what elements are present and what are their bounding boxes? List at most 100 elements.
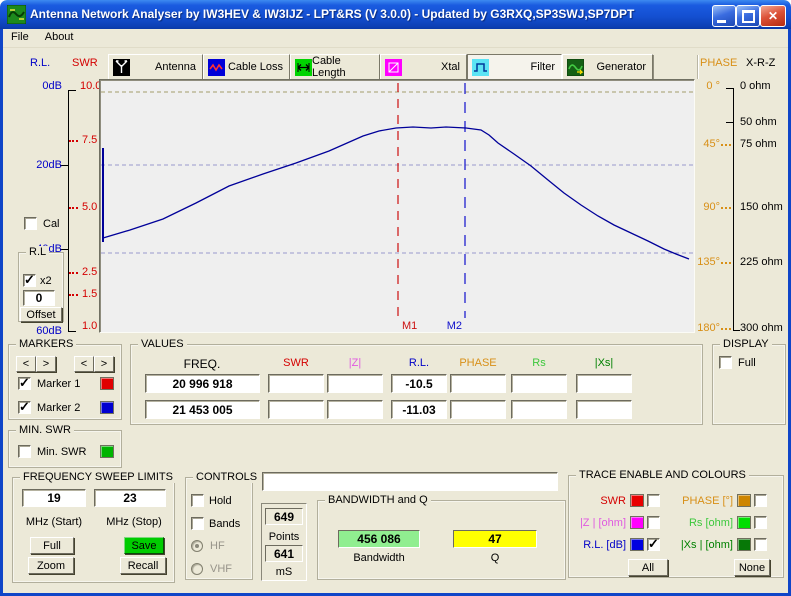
bands-checkbox[interactable]	[191, 517, 204, 530]
header-rs: Rs	[532, 357, 546, 369]
trace-rl-checkbox[interactable]	[647, 536, 660, 552]
values-xs-2[interactable]	[576, 400, 632, 419]
maximize-button[interactable]	[736, 5, 760, 27]
vhf-radio[interactable]	[191, 563, 203, 575]
marker1-prev-button[interactable]: <	[16, 356, 36, 372]
values-freq-1[interactable]: 20 996 918	[145, 374, 260, 393]
trace-swr-checkbox[interactable]	[647, 494, 660, 507]
phase-tick-label: 180°	[697, 322, 720, 334]
cal-checkbox[interactable]	[24, 217, 37, 230]
x2-checkbox[interactable]	[23, 272, 36, 288]
values-phase-2[interactable]	[450, 400, 506, 419]
values-rs-1[interactable]	[511, 374, 567, 393]
values-phase-1[interactable]	[450, 374, 506, 393]
left-axis-tick	[68, 90, 76, 91]
trace-title: TRACE ENABLE AND COLOURS	[576, 469, 749, 481]
close-button[interactable]: ✕	[760, 5, 786, 27]
hold-label: Hold	[209, 495, 232, 507]
marker2-next-button[interactable]: >	[94, 356, 114, 372]
display-title: DISPLAY	[720, 338, 772, 350]
ohm-tick-label: 300 ohm	[740, 322, 783, 334]
offset-input[interactable]: 0	[23, 290, 55, 306]
values-rl-2[interactable]: -11.03	[391, 400, 447, 419]
toolbar-button-cable-length[interactable]: Cable Length	[290, 54, 380, 80]
offset-button[interactable]: Offset	[20, 307, 62, 322]
toolbar-button-cable-loss[interactable]: Cable Loss	[203, 54, 290, 80]
values-freq-2[interactable]: 21 453 005	[145, 400, 260, 419]
trace-z-label: |Z | [ohm]	[579, 517, 626, 529]
trace-all-button[interactable]: All	[628, 559, 668, 576]
right-axis-tick	[726, 122, 733, 123]
header-phase: PHASE	[459, 357, 497, 369]
trace-swr-swatch[interactable]	[630, 494, 644, 507]
trace-z-swatch[interactable]	[630, 516, 644, 529]
window: Antenna Network Analyser by IW3HEV & IW3…	[0, 0, 791, 596]
min-swr-checkbox[interactable]	[18, 445, 31, 458]
toolbar-button-xtal[interactable]: Xtal	[380, 54, 467, 80]
filter-icon	[472, 58, 489, 76]
values-swr-1[interactable]	[268, 374, 324, 393]
hf-radio[interactable]	[191, 540, 203, 552]
values-rs-2[interactable]	[511, 400, 567, 419]
full-button[interactable]: Full	[30, 537, 74, 554]
save-button[interactable]: Save	[124, 537, 164, 554]
trace-xs-swatch[interactable]	[737, 538, 751, 551]
swr-tick	[69, 207, 78, 209]
zoom-button[interactable]: Zoom	[28, 557, 74, 574]
toolbar-button-filter[interactable]: Filter	[467, 54, 562, 80]
points-label: Points	[268, 531, 300, 543]
trace-z-checkbox[interactable]	[647, 516, 660, 529]
marker2-color-swatch[interactable]	[100, 401, 114, 414]
toolbar-label-xtal: Xtal	[441, 61, 460, 73]
trace-rl-swatch[interactable]	[630, 538, 644, 551]
toolbar-label-filter: Filter	[530, 61, 555, 73]
values-xs-1[interactable]	[576, 374, 632, 393]
min-swr-label: Min. SWR	[37, 446, 87, 458]
command-input[interactable]	[262, 472, 558, 491]
freq-stop-input[interactable]: 23	[94, 489, 166, 507]
titlebar[interactable]: Antenna Network Analyser by IW3HEV & IW3…	[0, 0, 791, 29]
min-swr-color-swatch[interactable]	[100, 445, 114, 458]
menu-item-about[interactable]: About	[37, 29, 82, 45]
freq-sweep-title: FREQUENCY SWEEP LIMITS	[20, 471, 176, 483]
ohm-tick-label: 150 ohm	[740, 201, 783, 213]
values-z-1[interactable]	[327, 374, 383, 393]
trace-phase-swatch[interactable]	[737, 494, 751, 507]
minimize-button[interactable]	[712, 5, 736, 27]
marker1-next-button[interactable]: >	[36, 356, 56, 372]
trace-rs-swatch[interactable]	[737, 516, 751, 529]
marker1-color-swatch[interactable]	[100, 377, 114, 390]
marker1-checkbox[interactable]	[18, 375, 31, 391]
swr-tick	[69, 140, 78, 142]
toolbar-button-generator[interactable]: Generator	[562, 54, 653, 80]
header-freq: FREQ.	[183, 357, 221, 371]
hf-radio-dot	[195, 544, 199, 548]
menu-item-file[interactable]: File	[3, 29, 37, 45]
values-rl-1[interactable]: -10.5	[391, 374, 447, 393]
ohm-tick-label: 0 ohm	[740, 80, 771, 92]
trace-none-button[interactable]: None	[734, 559, 770, 576]
app-icon	[7, 5, 26, 24]
trace-xs-checkbox[interactable]	[754, 538, 767, 551]
header-xs: |Xs|	[594, 357, 614, 369]
swr-axis-title: SWR	[72, 57, 98, 69]
hold-checkbox[interactable]	[191, 494, 204, 507]
marker2-label: Marker 2	[37, 402, 81, 414]
values-swr-2[interactable]	[268, 400, 324, 419]
trace-phase-checkbox[interactable]	[754, 494, 767, 507]
swr-tick-label: 1.0	[82, 320, 98, 332]
rl-axis-title: R.L.	[30, 57, 51, 69]
display-full-checkbox[interactable]	[719, 356, 732, 369]
marker2-checkbox[interactable]	[18, 399, 31, 415]
phase-tick	[721, 262, 731, 264]
marker2-prev-button[interactable]: <	[74, 356, 94, 372]
bandwidth-q-title: BANDWIDTH and Q	[325, 494, 431, 506]
recall-button[interactable]: Recall	[120, 557, 166, 574]
phase-tick	[721, 144, 731, 146]
values-z-2[interactable]	[327, 400, 383, 419]
freq-start-input[interactable]: 19	[22, 489, 86, 507]
values-title: VALUES	[138, 338, 187, 350]
trace-swr-label: SWR	[600, 495, 626, 507]
toolbar-button-antenna[interactable]: Antenna	[108, 54, 203, 80]
trace-rs-checkbox[interactable]	[754, 516, 767, 529]
